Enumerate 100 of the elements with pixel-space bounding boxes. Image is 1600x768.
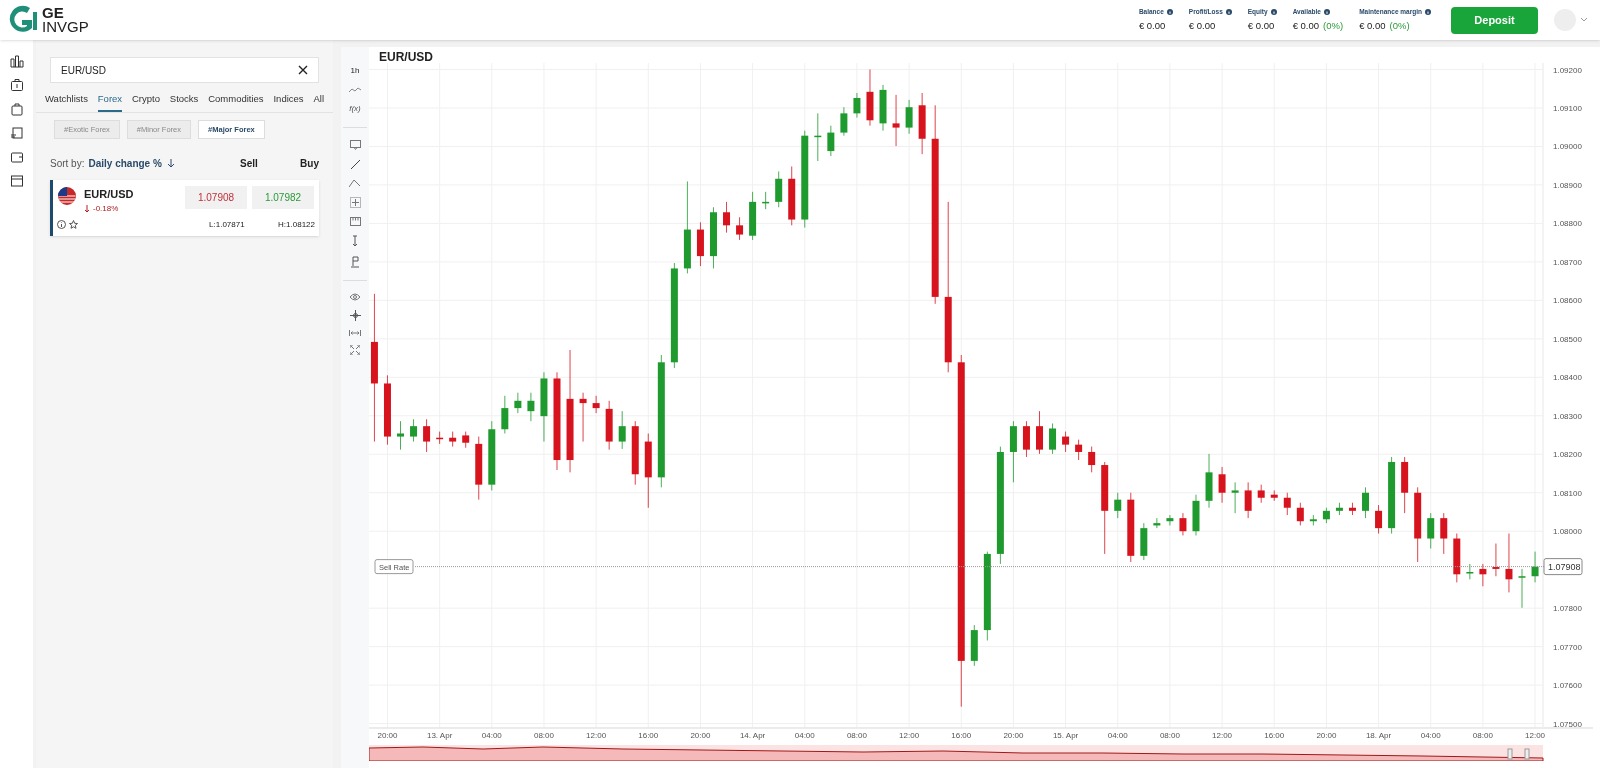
navigator-handle[interactable] <box>1507 748 1513 760</box>
info-icon[interactable] <box>1166 8 1173 15</box>
candlestick <box>840 106 848 137</box>
sort-label: Sort by: <box>50 157 85 172</box>
price-axis-label: 1.08400 <box>1553 373 1582 383</box>
instrument-symbol: EUR/USD <box>84 187 134 203</box>
candlestick <box>1062 431 1070 453</box>
low-price: L:1.07871 <box>209 218 246 231</box>
time-axis-label: 20:00 <box>1003 731 1024 740</box>
close-icon[interactable] <box>298 65 308 75</box>
candlestick <box>853 92 861 118</box>
sort-option[interactable]: Daily change % <box>88 156 162 172</box>
indicator-button[interactable]: f(x) <box>349 103 361 115</box>
info-icon[interactable] <box>57 220 66 230</box>
price-axis-label: 1.08300 <box>1553 411 1582 421</box>
expand-icon[interactable] <box>350 345 360 355</box>
flag-icon <box>57 186 77 207</box>
arrow-down-icon <box>84 204 90 213</box>
candlestick <box>1179 512 1187 536</box>
price-axis-label: 1.08700 <box>1553 257 1582 267</box>
candlestick <box>1466 563 1474 580</box>
info-icon[interactable] <box>1425 8 1431 15</box>
time-axis-label: 12:00 <box>1212 731 1233 740</box>
time-axis-label: 15. Apr <box>1052 731 1079 740</box>
transfer-icon[interactable] <box>9 126 24 140</box>
chevron-down-icon[interactable] <box>1580 17 1588 23</box>
candlestick <box>1166 514 1174 526</box>
search-field[interactable]: EUR/USD <box>50 57 319 83</box>
info-icon[interactable] <box>1323 8 1330 15</box>
candlestick <box>736 216 744 241</box>
price-axis-label: 1.08200 <box>1553 450 1582 460</box>
time-axis-label: 04:00 <box>1107 731 1128 740</box>
candlestick <box>1257 484 1265 504</box>
path-icon[interactable] <box>349 179 361 188</box>
time-axis-label: 13. Apr <box>426 731 453 740</box>
candlestick <box>1075 439 1083 461</box>
candlestick <box>1309 514 1317 526</box>
candlestick <box>1022 420 1030 458</box>
price-axis-label: 1.08900 <box>1553 180 1582 190</box>
category-tab[interactable]: Forex <box>97 92 123 113</box>
current-price-tag: 1.07908 <box>1543 558 1583 576</box>
bag-icon[interactable] <box>9 102 24 116</box>
navigator-drawing[interactable] <box>369 745 1544 761</box>
window-icon[interactable] <box>9 174 24 188</box>
eye-icon[interactable] <box>349 293 361 301</box>
candlestick <box>827 125 835 157</box>
time-axis-label: 08:00 <box>846 731 867 740</box>
time-axis-label: 08:00 <box>1159 731 1180 740</box>
category-tab[interactable]: Commodities <box>208 92 264 113</box>
info-icon[interactable] <box>1270 8 1277 15</box>
star-icon[interactable] <box>69 220 78 230</box>
info-icon[interactable] <box>1225 8 1232 15</box>
price-axis-label: 1.08600 <box>1553 296 1582 306</box>
category-tab[interactable]: Watchlists <box>45 92 88 113</box>
time-axis-label: 14. Apr <box>739 731 766 740</box>
candlestick <box>905 99 913 135</box>
candlestick <box>892 94 900 147</box>
candlestick <box>1505 533 1513 593</box>
candlestick <box>1531 551 1539 583</box>
category-tab[interactable]: All <box>313 92 324 113</box>
price-axis-label: 1.07500 <box>1553 719 1582 729</box>
horizontal-arrows-icon[interactable] <box>349 330 361 336</box>
chart-icon[interactable] <box>9 54 24 68</box>
logo-text: GE <box>42 6 65 20</box>
candlestick <box>618 410 626 450</box>
time-axis-label: 08:00 <box>1472 731 1493 740</box>
flag-marker-icon[interactable] <box>350 256 360 268</box>
candlestick <box>579 392 587 442</box>
timeframe-button[interactable]: 1h <box>350 65 360 77</box>
time-axis-label: 04:00 <box>794 731 815 740</box>
briefcase-icon[interactable] <box>9 78 24 92</box>
crosshair-icon[interactable] <box>349 310 361 321</box>
sell-price-button[interactable]: 1.07908 <box>185 186 247 210</box>
candlestick <box>592 395 600 414</box>
instrument-card[interactable]: EUR/USD -0.18% 1.07908 1.07982 L:1.07871 H:1.08122 <box>50 180 319 237</box>
candlestick <box>410 418 418 442</box>
crosshair-box-icon[interactable] <box>349 197 361 208</box>
navigator-handle[interactable] <box>1524 748 1530 760</box>
candlestick <box>397 420 405 451</box>
chart-title: EUR/USD <box>379 50 433 64</box>
category-tab[interactable]: Crypto <box>131 92 160 113</box>
category-tab[interactable]: Stocks <box>169 92 199 113</box>
category-tab[interactable]: Indices <box>273 92 304 113</box>
account-value: € 0.00 <box>1138 18 1166 33</box>
candlestick <box>1479 563 1487 587</box>
vertical-arrow-icon[interactable] <box>352 235 358 247</box>
candlestick <box>1348 502 1356 516</box>
candlestick <box>1270 490 1278 502</box>
candlestick <box>1244 481 1252 519</box>
column-header: Sell <box>240 157 259 172</box>
account-value: € 0.00 <box>1359 18 1386 33</box>
time-axis-label: 08:00 <box>533 731 554 740</box>
time-axis-label: 04:00 <box>1420 731 1441 740</box>
ruler-icon[interactable] <box>349 217 361 226</box>
line-icon[interactable] <box>349 159 361 170</box>
arrow-down-icon[interactable] <box>166 159 175 169</box>
comment-icon[interactable] <box>349 140 361 150</box>
wave-icon[interactable] <box>349 86 361 94</box>
wallet-icon[interactable] <box>9 150 24 164</box>
candlestick <box>1492 543 1500 577</box>
